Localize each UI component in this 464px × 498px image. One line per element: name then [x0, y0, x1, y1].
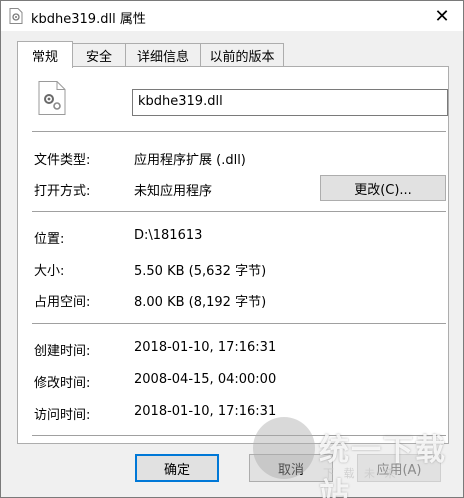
file-type-label: 文件类型: — [34, 153, 91, 168]
file-gear-icon — [9, 8, 23, 24]
divider — [32, 435, 446, 436]
cancel-button[interactable]: 取消 — [249, 454, 333, 482]
open-with-value: 未知应用程序 — [134, 184, 213, 199]
modified-label: 修改时间: — [34, 376, 91, 391]
tab-previous-versions[interactable]: 以前的版本 — [200, 43, 284, 67]
size-value: 5.50 KB (5,632 字节) — [134, 264, 267, 279]
general-panel: kbdhe319.dll 文件类型: 应用程序扩展 (.dll) 打开方式: 未… — [17, 66, 449, 444]
close-icon: ✕ — [434, 5, 450, 27]
properties-window: kbdhe319.dll 属性 ✕ 常规 安全 详细信息 以前的版本 kbdhe… — [0, 0, 464, 498]
file-type-value: 应用程序扩展 (.dll) — [134, 153, 246, 168]
created-label: 创建时间: — [34, 344, 91, 359]
modified-value: ‎2008‎-04‎-15, ‏‎04:00:00 — [134, 372, 277, 387]
size-on-disk-label: 占用空间: — [34, 295, 91, 310]
window-title: kbdhe319.dll 属性 — [31, 12, 146, 27]
open-with-label: 打开方式: — [34, 184, 91, 199]
title-bar: kbdhe319.dll 属性 ✕ — [1, 1, 463, 31]
created-value: ‎2018‎-01‎-10, ‏‎17:16:31 — [134, 340, 277, 355]
ok-button[interactable]: 确定 — [135, 454, 219, 482]
tab-details[interactable]: 详细信息 — [125, 43, 201, 67]
close-button[interactable]: ✕ — [421, 1, 463, 31]
divider — [32, 211, 446, 212]
divider — [32, 131, 446, 132]
file-name-field[interactable]: kbdhe319.dll — [132, 89, 448, 116]
location-value: D:\181613 — [134, 228, 203, 243]
tab-security[interactable]: 安全 — [72, 43, 126, 67]
tab-general[interactable]: 常规 — [17, 41, 73, 68]
divider — [32, 323, 446, 324]
dll-file-icon — [38, 81, 66, 115]
change-button[interactable]: 更改(C)... — [320, 175, 446, 201]
size-on-disk-value: 8.00 KB (8,192 字节) — [134, 295, 267, 310]
accessed-label: 访问时间: — [34, 408, 91, 423]
size-label: 大小: — [34, 264, 65, 279]
location-label: 位置: — [34, 232, 65, 247]
apply-button[interactable]: 应用(A) — [357, 454, 441, 482]
accessed-value: ‎2018‎-01‎-10, ‏‎17:16:31 — [134, 404, 277, 419]
